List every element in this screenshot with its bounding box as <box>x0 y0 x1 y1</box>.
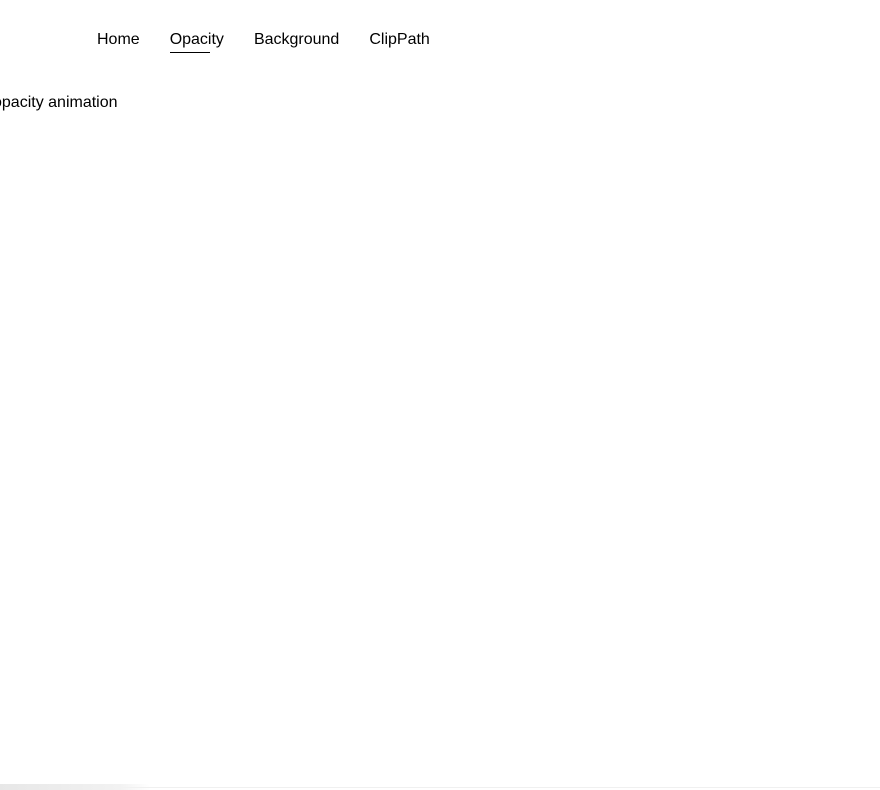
nav-link-background[interactable]: Background <box>254 30 339 54</box>
top-nav: Home Opacity Background ClipPath <box>97 30 430 54</box>
horizontal-scrollbar[interactable] <box>0 784 150 790</box>
nav-link-home[interactable]: Home <box>97 30 140 54</box>
nav-link-opacity[interactable]: Opacity <box>169 30 224 54</box>
page: Home Opacity Background ClipPath opacity… <box>0 0 880 790</box>
nav-link-clippath[interactable]: ClipPath <box>369 30 429 54</box>
opacity-animation-text: opacity animation <box>0 94 118 111</box>
